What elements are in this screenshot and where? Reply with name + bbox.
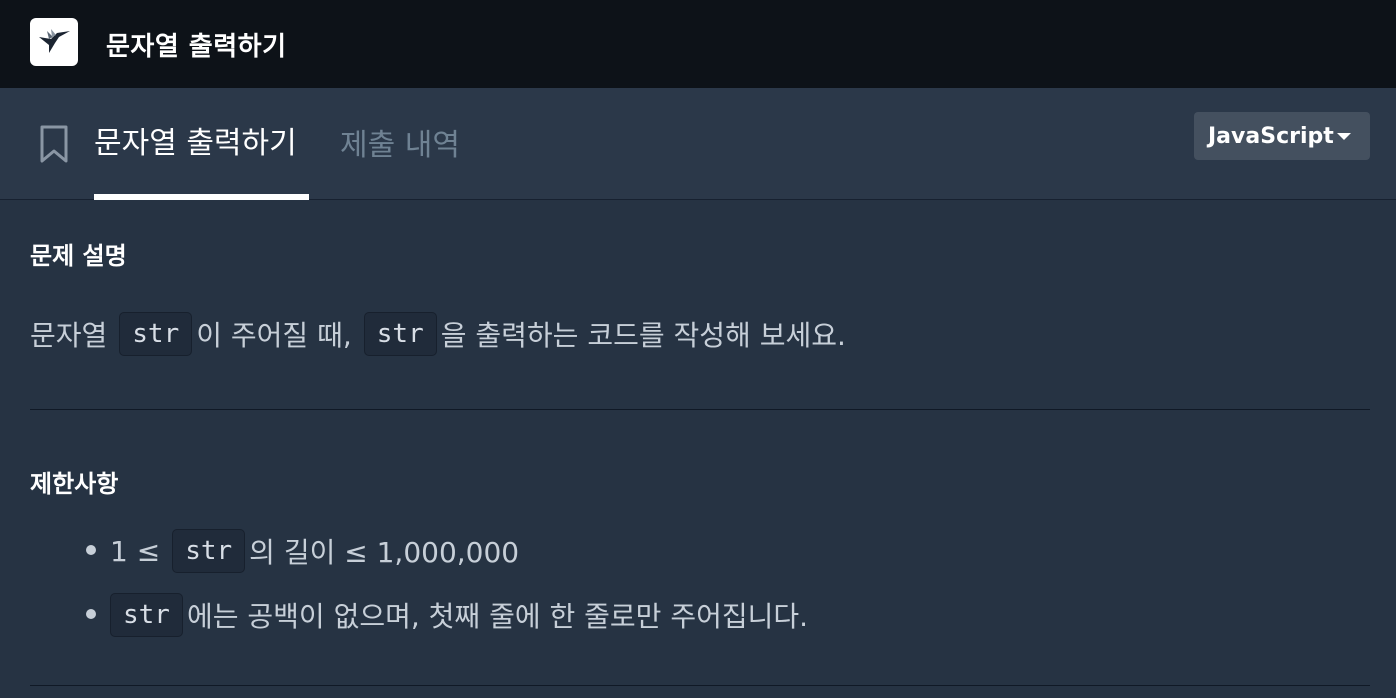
description-text-part: 이 주어질 때, [196,319,352,352]
bullet-icon [86,609,96,619]
code-str: str [110,593,183,637]
code-str: str [119,312,193,356]
description-text: 문자열 str 이 주어질 때, str 을 출력하는 코드를 작성해 보세요. [30,312,846,356]
hummingbird-logo-icon[interactable] [30,18,78,66]
divider [30,409,1370,410]
caret-down-icon [1337,133,1351,140]
constraint-text: 의 길이 ≤ 1,000,000 [249,536,520,569]
description-text-part: 문자열 [30,319,108,352]
description-text-part: 을 출력하는 코드를 작성해 보세요. [440,319,846,352]
code-str: str [363,312,437,356]
description-title: 문제 설명 [30,242,127,270]
page-title: 문자열 출력하기 [106,32,287,62]
tab-submissions[interactable]: 제출 내역 [340,120,460,164]
active-tab-indicator [94,194,309,200]
code-str: str [172,529,246,573]
divider [30,685,1370,686]
bullet-icon [86,545,96,555]
top-bar: 문자열 출력하기 [0,0,1396,88]
constraint-text: 1 ≤ [110,534,161,568]
language-select[interactable]: JavaScript [1194,112,1370,160]
constraint-text: 에는 공백이 없으며, 첫째 줄에 한 줄로만 주어집니다. [186,600,809,633]
bookmark-icon[interactable] [38,124,70,164]
language-select-value: JavaScript [1208,123,1334,149]
constraint-item: str 에는 공백이 없으며, 첫째 줄에 한 줄로만 주어집니다. [110,593,809,637]
constraints-title: 제한사항 [30,470,119,498]
constraint-item: 1 ≤ str 의 길이 ≤ 1,000,000 [110,529,520,573]
tab-problem[interactable]: 문자열 출력하기 [94,118,297,162]
